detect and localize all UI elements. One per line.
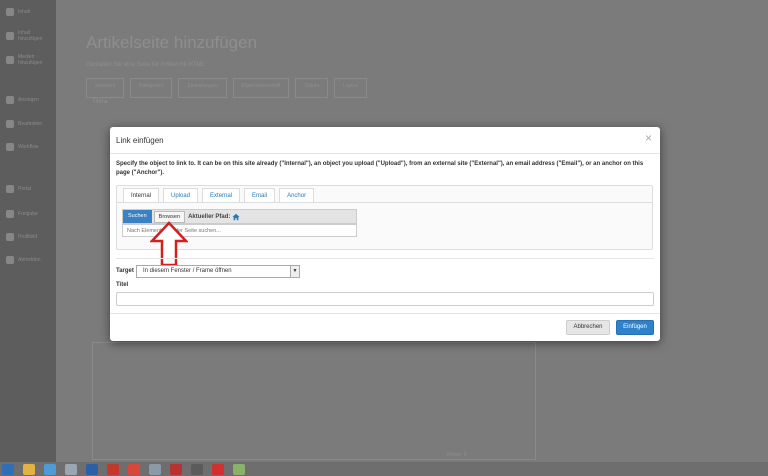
eye-icon (6, 96, 14, 104)
dialog-header: Link einfügen × (110, 127, 660, 154)
portal-icon (6, 185, 14, 193)
link-type-tabs: Internal Upload External Email Anchor (123, 188, 318, 202)
tab-layout[interactable]: Layout (334, 78, 368, 98)
app-icon[interactable] (191, 463, 203, 475)
tab-internal[interactable]: Internal (123, 188, 160, 202)
app-icon[interactable] (107, 463, 119, 475)
tab-standard[interactable]: Standard (86, 78, 125, 98)
current-path-label: Aktueller Pfad: (188, 213, 231, 220)
tab-eigentuemerschaft[interactable]: Eigentümerschaft (232, 78, 290, 98)
plus-icon (6, 32, 14, 40)
home-icon[interactable] (232, 213, 241, 221)
title-field[interactable] (116, 292, 654, 306)
cancel-button[interactable]: Abbrechen (566, 320, 610, 335)
app-icon[interactable] (149, 463, 161, 475)
field-label: Titel ▸ (92, 99, 108, 105)
target-label: Target (116, 268, 134, 274)
sidebar-item-inhalt[interactable]: Inhalt (6, 8, 30, 16)
dialog-title: Link einfügen (116, 136, 164, 145)
tab-email[interactable]: Email (244, 188, 276, 202)
users-icon (6, 210, 14, 218)
sidebar-item-abmelden[interactable]: Abmelden (6, 256, 41, 264)
plus-icon (6, 56, 14, 64)
taskbar (0, 462, 768, 476)
dialog-footer (110, 313, 660, 314)
sidebar-item-anzeigen[interactable]: Anzeigen (6, 96, 39, 104)
target-select[interactable]: In diesem Fenster / Frame öffnen ▼ (136, 265, 300, 278)
sidebar-item-workflow[interactable]: Workflow (6, 143, 38, 151)
link-dialog: Link einfügen × Specify the object to li… (110, 127, 660, 341)
logout-icon (6, 256, 14, 264)
word-icon[interactable] (86, 463, 98, 475)
insert-button[interactable]: Einfügen (616, 320, 654, 335)
tab-upload[interactable]: Upload (163, 188, 199, 202)
folder-icon[interactable] (23, 463, 35, 475)
outlook-icon[interactable] (2, 463, 14, 475)
page-subtitle: Gestalten Sie eine Seite für Artikel mit… (86, 62, 205, 68)
tab-anchor[interactable]: Anchor (279, 188, 315, 202)
tab-datum[interactable]: Datum (295, 78, 329, 98)
sidebar-item-freigabe[interactable]: Freigabe (6, 210, 38, 218)
target-select-value: In diesem Fenster / Frame öffnen (143, 268, 232, 274)
word-count: Wörter: 0 (446, 452, 467, 458)
sidebar-item-medien[interactable]: Medien hinzufügen (6, 54, 54, 66)
link-type-panel: Internal Upload External Email Anchor Su… (116, 185, 653, 250)
app-icon[interactable] (233, 463, 245, 475)
sidebar-item-portal[interactable]: Portal (6, 185, 31, 193)
editor-area[interactable] (92, 342, 536, 460)
app-icon[interactable] (65, 463, 77, 475)
close-icon[interactable]: × (645, 131, 652, 145)
app-icon[interactable] (170, 463, 182, 475)
pencil-icon (6, 120, 14, 128)
chrome-icon[interactable] (128, 463, 140, 475)
page-tabs: Standard Kategorien Einstellungen Eigent… (86, 78, 536, 98)
page-title: Artikelseite hinzufügen (86, 33, 258, 52)
tab-einstellungen[interactable]: Einstellungen (178, 78, 227, 98)
sidebar: Inhalt Inhalt hinzufügen Medien hinzufüg… (0, 0, 56, 462)
red-arrow-annotation (150, 221, 188, 267)
search-button[interactable]: Suchen (123, 210, 152, 223)
pencil-icon (6, 143, 14, 151)
browser-icon[interactable] (44, 463, 56, 475)
pdf-icon[interactable] (212, 463, 224, 475)
dialog-description: Specify the object to link to. It can be… (116, 161, 644, 176)
sidebar-item-inhalt-hinzufuegen[interactable]: Inhalt hinzufügen (6, 30, 54, 42)
current-path: Aktueller Pfad: (188, 213, 241, 221)
user-icon (6, 233, 14, 241)
tab-kategorien[interactable]: Kategorien (130, 78, 173, 98)
home-icon (6, 8, 14, 16)
sidebar-item-profilbild[interactable]: Profilbild (6, 233, 37, 241)
chevron-down-icon[interactable]: ▼ (290, 266, 299, 277)
tab-external[interactable]: External (202, 188, 241, 202)
section-divider (116, 258, 654, 259)
title-label: Titel (116, 282, 129, 288)
sidebar-item-bearbeiten[interactable]: Bearbeiten (6, 120, 42, 128)
tab-divider (117, 202, 652, 203)
